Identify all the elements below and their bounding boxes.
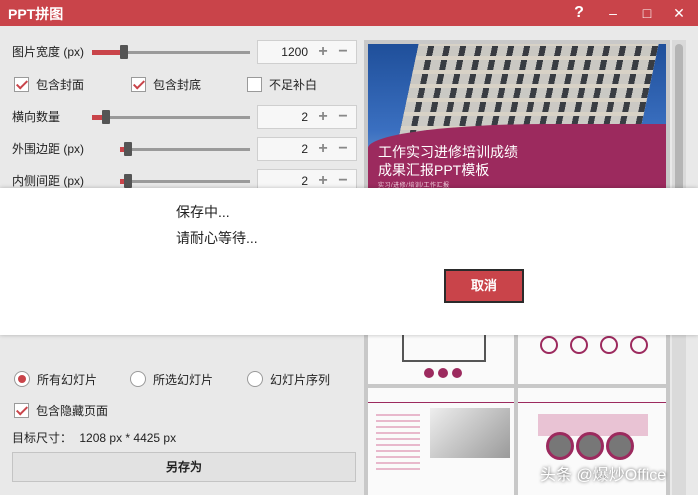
title-bar: PPT拼图 ? ‒ □ ✕ [0, 0, 698, 26]
image-width-label: 图片宽度 (px) [12, 45, 85, 59]
radio-dot[interactable] [130, 371, 146, 387]
minimize-icon[interactable]: ‒ [602, 2, 624, 24]
slide-text-block [376, 410, 420, 470]
slide-thumbnail [368, 388, 514, 495]
slider-thumb[interactable] [120, 45, 128, 59]
slide-circle [546, 432, 574, 460]
slider-track [120, 180, 250, 183]
save-as-button[interactable]: 另存为 [12, 452, 356, 482]
window-title: PPT拼图 [8, 6, 64, 22]
slider-thumb[interactable] [124, 174, 132, 188]
checkbox-label: 包含封底 [153, 78, 202, 92]
slide-dot [424, 368, 434, 378]
cover-slide-thumbnail: 工作实习进修培训成绩 成果汇报PPT模板 实习/进修/培训/工作汇报 [368, 44, 666, 199]
target-size-label: 目标尺寸： [12, 431, 73, 445]
horizontal-count-slider[interactable] [92, 105, 250, 129]
plus-icon[interactable]: + [314, 106, 332, 128]
outer-margin-stepper[interactable]: 2 + − [257, 137, 357, 161]
outer-margin-label: 外围边距 (px) [12, 142, 85, 156]
radio-dot[interactable] [247, 371, 263, 387]
radio-label: 所选幻灯片 [153, 373, 214, 387]
checkbox-box[interactable] [131, 77, 146, 92]
slide-dot [452, 368, 462, 378]
checkbox-label: 包含封面 [36, 78, 85, 92]
outer-margin-slider[interactable] [120, 137, 250, 161]
target-size-value: 1208 px * 4425 px [79, 431, 177, 445]
checkbox-box[interactable] [14, 403, 29, 418]
image-width-slider[interactable] [92, 40, 250, 64]
checkbox-label: 不足补白 [269, 78, 318, 92]
slide-circle [576, 432, 604, 460]
stepper-value[interactable]: 1200 [281, 41, 308, 63]
watermark: 头条 @爆炒Office [540, 467, 667, 484]
slide-circle [570, 336, 588, 354]
slide-thumbnail [368, 334, 514, 384]
slide-photo [430, 408, 510, 458]
slide-dot [438, 368, 448, 378]
radio-label: 所有幻灯片 [37, 373, 98, 387]
minus-icon[interactable]: − [334, 106, 352, 128]
target-size-text: 目标尺寸： 1208 px * 4425 px [12, 426, 176, 450]
slider-thumb[interactable] [124, 142, 132, 156]
cover-title-line2: 成果汇报PPT模板 [378, 162, 490, 178]
slide-header-bar [368, 388, 514, 403]
maximize-icon[interactable]: □ [636, 2, 658, 24]
plus-icon[interactable]: + [314, 41, 332, 63]
slider-track [120, 148, 250, 151]
checkbox-box[interactable] [14, 77, 29, 92]
horizontal-count-label: 横向数量 [12, 110, 61, 124]
slide-thumbnail [518, 334, 666, 384]
slider-track [92, 116, 250, 119]
minus-icon[interactable]: − [334, 41, 352, 63]
horizontal-count-stepper[interactable]: 2 + − [257, 105, 357, 129]
checkbox-box[interactable] [247, 77, 262, 92]
slide-header-bar [518, 388, 666, 403]
radio-dot[interactable] [14, 371, 30, 387]
slide-circle [540, 336, 558, 354]
checkbox-label: 包含隐藏页面 [36, 404, 109, 418]
plus-icon[interactable]: + [314, 138, 332, 160]
saving-dialog: 保存中... 请耐心等待... 取消 [0, 188, 698, 335]
minus-icon[interactable]: − [334, 138, 352, 160]
cover-title-line1: 工作实习进修培训成绩 [378, 144, 518, 160]
stepper-value[interactable]: 2 [301, 138, 308, 160]
saving-message: 保存中... [176, 204, 230, 220]
wait-message: 请耐心等待... [176, 230, 258, 246]
slider-thumb[interactable] [102, 110, 110, 124]
cancel-button[interactable]: 取消 [444, 269, 524, 303]
slide-circle [630, 336, 648, 354]
slide-circle [600, 336, 618, 354]
help-icon[interactable]: ? [568, 2, 590, 24]
slide-circle [606, 432, 634, 460]
close-icon[interactable]: ✕ [668, 2, 690, 24]
radio-label: 幻灯片序列 [270, 373, 331, 387]
slide-frame [402, 334, 486, 362]
image-width-stepper[interactable]: 1200 + − [257, 40, 357, 64]
stepper-value[interactable]: 2 [301, 106, 308, 128]
